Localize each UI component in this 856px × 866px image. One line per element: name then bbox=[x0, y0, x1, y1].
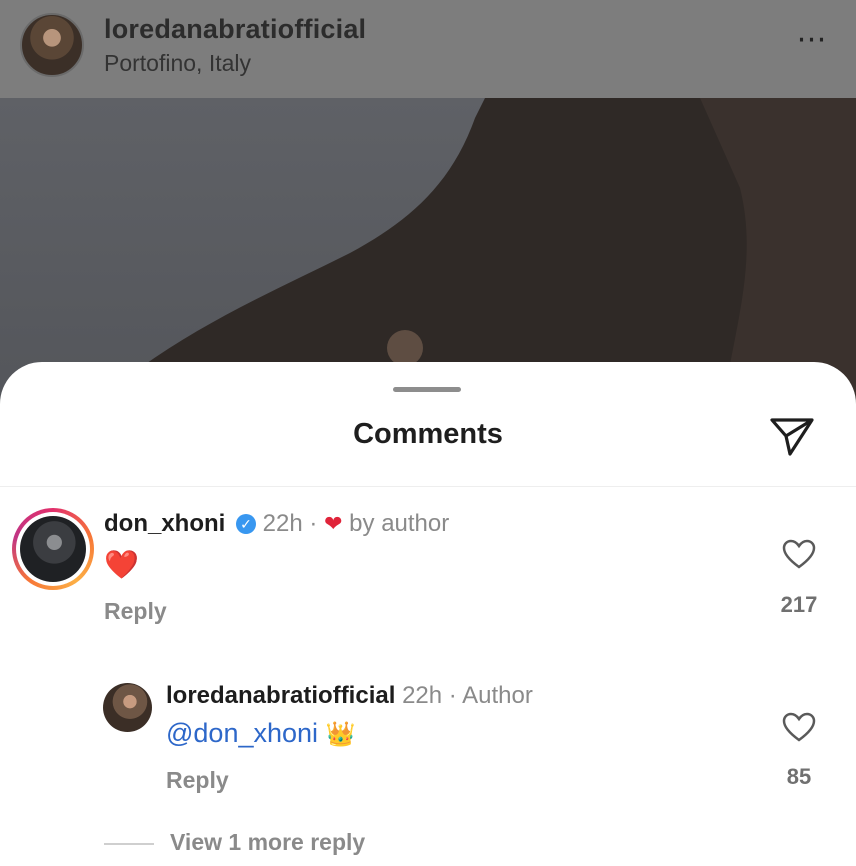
comment-like-count: 217 bbox=[780, 592, 818, 617]
comment-separator: · bbox=[309, 510, 318, 537]
sheet-grabber[interactable] bbox=[393, 387, 461, 392]
view-more-line bbox=[104, 843, 154, 845]
heart-outline-icon[interactable] bbox=[782, 712, 816, 742]
verified-badge-icon: ✓ bbox=[236, 514, 256, 534]
comment-username[interactable]: don_xhoni bbox=[104, 510, 225, 537]
view-more-replies-button[interactable]: View 1 more reply bbox=[170, 829, 365, 856]
instagram-post-screen: loredanabratiofficial Portofino, Italy ⋯… bbox=[0, 0, 856, 866]
heart-outline-icon[interactable] bbox=[782, 539, 816, 569]
comments-title: Comments bbox=[353, 418, 503, 450]
sheet-divider bbox=[0, 486, 856, 487]
post-location[interactable]: Portofino, Italy bbox=[104, 50, 251, 77]
reply-separator: · bbox=[448, 682, 457, 709]
commenter-avatar[interactable] bbox=[12, 508, 94, 590]
commenter-avatar-image bbox=[20, 516, 86, 582]
comment-time: 22h bbox=[262, 510, 303, 537]
heart-filled-icon: ❤ bbox=[324, 511, 343, 536]
reply-text: @don_xhoni 👑 bbox=[166, 718, 355, 749]
comment-meta: don_xhoni ✓ 22h · ❤ by author bbox=[104, 510, 449, 538]
mention-link[interactable]: @don_xhoni bbox=[166, 718, 318, 748]
post-header: loredanabratiofficial Portofino, Italy ⋯ bbox=[0, 0, 856, 98]
reply-username[interactable]: loredanabratiofficial bbox=[166, 682, 395, 709]
more-horizontal-icon[interactable]: ⋯ bbox=[790, 25, 834, 65]
author-tag: Author bbox=[462, 682, 533, 709]
reply-author-avatar[interactable] bbox=[103, 683, 152, 732]
reply-reply-button[interactable]: Reply bbox=[166, 767, 229, 794]
reply-time: 22h bbox=[402, 682, 443, 709]
crown-emoji: 👑 bbox=[325, 721, 356, 748]
reply-like-count: 85 bbox=[786, 764, 812, 789]
send-icon[interactable] bbox=[768, 414, 816, 458]
post-username[interactable]: loredanabratiofficial bbox=[104, 14, 366, 45]
liked-by-author-label: by author bbox=[349, 510, 450, 537]
reply-button[interactable]: Reply bbox=[104, 598, 167, 625]
reply-meta: loredanabratiofficial 22h · Author bbox=[166, 682, 533, 710]
comment-text: ❤️ bbox=[104, 549, 139, 580]
post-author-avatar[interactable] bbox=[20, 13, 84, 77]
